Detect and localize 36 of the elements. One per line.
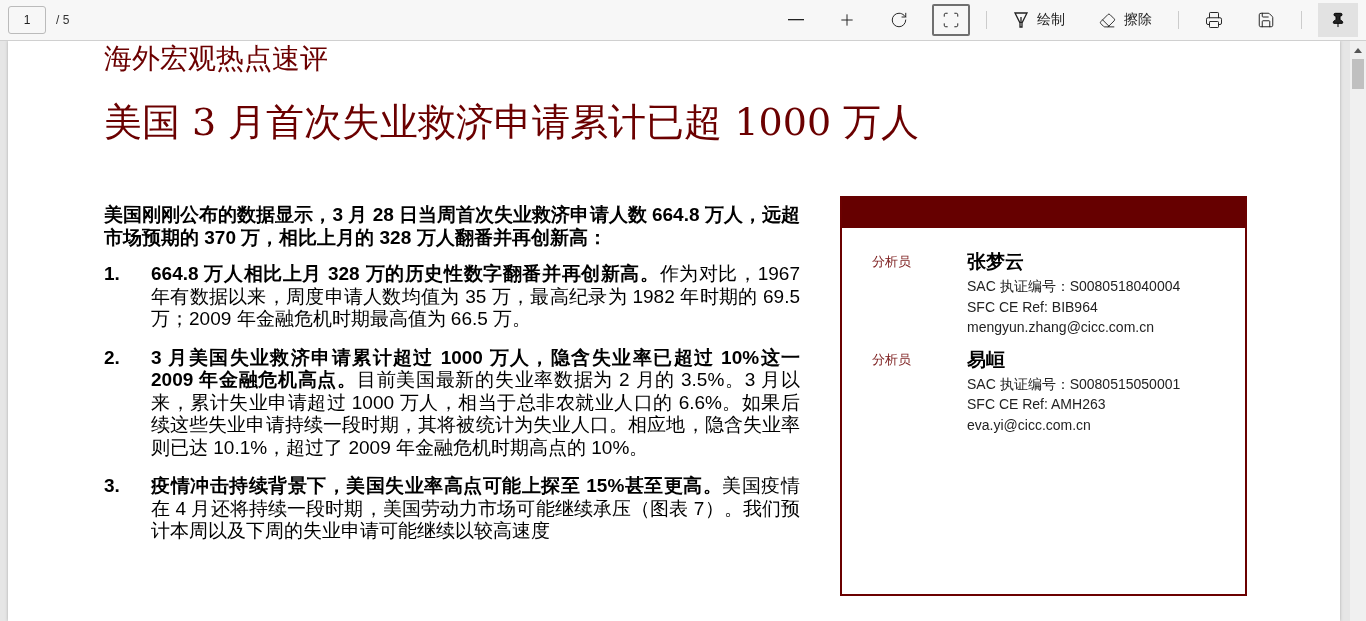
scrollbar[interactable]: [1350, 41, 1366, 621]
erase-button[interactable]: 擦除: [1089, 4, 1162, 36]
page-total: / 5: [56, 13, 70, 27]
analyst-name: 张梦云: [967, 250, 1025, 274]
draw-button[interactable]: 绘制: [1003, 4, 1075, 36]
list-number: 1.: [104, 263, 121, 286]
email-address: mengyun.zhang@cicc.com.cn: [967, 318, 1155, 337]
analyst-role: 分析员: [872, 350, 912, 369]
printer-icon: [1205, 11, 1223, 29]
list-number: 3.: [104, 475, 121, 498]
license-number: SAC 执证编号：S0080515050001: [967, 374, 1182, 394]
scrollbar-thumb[interactable]: [1352, 59, 1364, 89]
list-paragraph: 疫情冲击持续背景下，美国失业率高点可能上探至 15%甚至更高。美国疫情在 4 月还将持续一段时期，美国劳动力市场可能继续承压（图表 7）。我们预计本周以及下周的失业申请可能继续以较高速度: [151, 475, 800, 543]
analyst-role: 分析员: [872, 253, 912, 271]
list-paragraph: 664.8 万人相比上月 328 万的历史性数字翻番并再创新高。作为对比，1967 年有数据以来，周度申请人数均值为 35 万，最高纪录为 1982 年时期的 69.5 万；2009 年金融危机时期最高值为 66.5 万。: [151, 263, 800, 331]
pen-nib-icon: [1013, 11, 1029, 29]
email-address: eva.yi@cicc.com.cn: [967, 415, 1092, 435]
rotate-icon: [890, 11, 908, 29]
pin-button[interactable]: [1318, 3, 1358, 37]
license-number: SAC 执证编号：S0080518040004: [967, 277, 1182, 296]
report-title: 美国 3 月首次失业救济申请累计已超 1000 万人: [104, 99, 921, 146]
series-heading: 海外宏观热点速评: [104, 41, 329, 77]
reference-number: SFC CE Ref: BIB964: [967, 297, 1099, 317]
fit-button[interactable]: [932, 4, 970, 36]
pin-icon: [1330, 12, 1346, 28]
reference-number: SFC CE Ref: AMH263: [967, 395, 1107, 414]
fit-page-icon: [942, 11, 960, 29]
scroll-up-icon[interactable]: [1354, 47, 1362, 53]
lead-paragraph: 美国刚刚公布的数据显示，3 月 28 日当周首次失业救济申请人数 664.8 万人，远超市场预期的 370 万，相比上月的 328 万人翻番并再创新高：: [104, 204, 800, 249]
save-icon: [1257, 11, 1275, 29]
eraser-icon: [1099, 11, 1116, 29]
page-number-field[interactable]: 1: [8, 6, 46, 34]
zoom-in-icon: [838, 11, 856, 29]
list-number: 2.: [104, 346, 121, 370]
list-paragraph: 3 月美国失业救济申请累计超过 1000 万人，隐含失业率已超过 10%这一 2009 年金融危机高点。目前美国最新的失业率数据为 2 月的 3.5%。3 月以来，累计失业申请超过 1000 万人，相当于总非农就业人口的 6.6%。如果后续这些失业申请持续一段时期，其将被统计为失业人口。相应地，隐含失业率则已达 10.1%，超过了 2009 年金融危机时期高点的 10%。: [151, 346, 800, 459]
analyst-name: 易峘: [967, 347, 1006, 372]
